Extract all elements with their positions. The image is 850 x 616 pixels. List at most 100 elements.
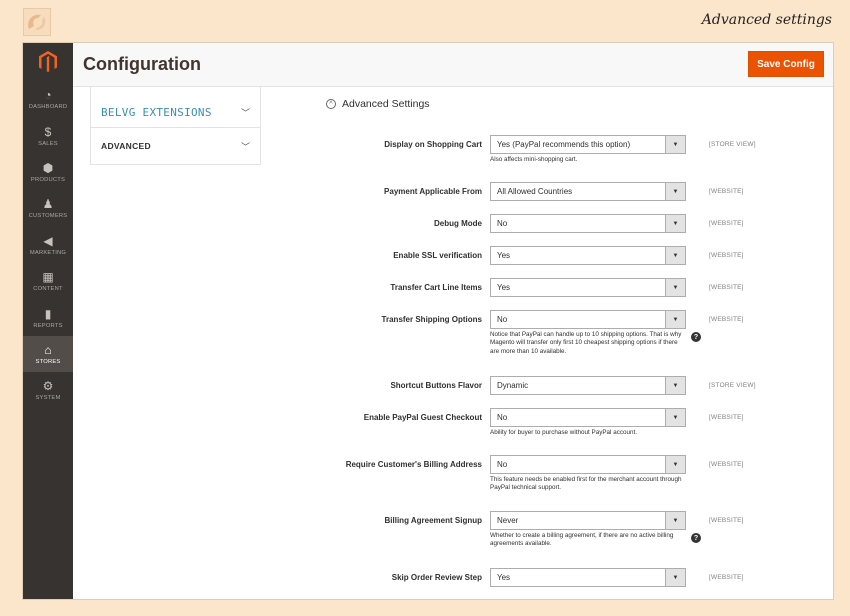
page-title: Configuration: [83, 54, 201, 74]
section-title: Advanced Settings: [342, 98, 430, 110]
scope-label: [WEBSITE]: [709, 574, 744, 581]
sidebar-item-label: SALES: [38, 140, 58, 147]
dropdown-arrow-icon[interactable]: ▼: [665, 247, 685, 264]
brand-logo: [23, 8, 51, 36]
dropdown-arrow-icon[interactable]: ▼: [665, 183, 685, 200]
select-value: Yes: [497, 283, 511, 292]
scope-label: [WEBSITE]: [709, 220, 744, 227]
setting-label: Enable SSL verification: [393, 251, 482, 260]
store-icon: ⌂: [44, 342, 52, 357]
tab-belvg-extensions[interactable]: BELVG EXTENSIONS ﹀: [91, 87, 260, 127]
select-value: Yes: [497, 573, 511, 582]
sidebar-item-label: REPORTS: [33, 322, 63, 329]
scope-label: [WEBSITE]: [709, 414, 744, 421]
dropdown-arrow-icon[interactable]: ▼: [665, 456, 685, 473]
sidebar-item-label: CUSTOMERS: [28, 213, 68, 220]
scope-label: [WEBSITE]: [709, 188, 744, 195]
admin-sidebar: ◔ DASHBOARD $ SALES ⬢ PRODUCTS ♟ CUSTOMERS ◀ MARK…: [23, 43, 73, 599]
require-customer-s-billing-address-select[interactable]: No ▼: [490, 455, 686, 474]
display-on-shopping-cart-select[interactable]: Yes (PayPal recommends this option) ▼: [490, 135, 686, 154]
billing-agreement-signup-select[interactable]: Never ▼: [490, 511, 686, 530]
select-value: No: [497, 460, 508, 469]
setting-label: Shortcut Buttons Flavor: [390, 381, 482, 390]
debug-mode-select[interactable]: No ▼: [490, 214, 686, 233]
sidebar-item-label: MARKETING: [29, 249, 67, 256]
select-value: All Allowed Countries: [497, 187, 573, 196]
help-icon[interactable]: ?: [691, 533, 701, 543]
sidebar-item-dashboard[interactable]: ◔ DASHBOARD: [23, 81, 73, 117]
megaphone-icon: ◀: [43, 233, 53, 248]
select-value: Yes: [497, 251, 511, 260]
sidebar-item-system[interactable]: ⚙ SYSTEM: [23, 372, 73, 408]
scope-label: [WEBSITE]: [709, 252, 744, 259]
setting-note: Notice that PayPal can handle up to 10 s…: [490, 331, 682, 355]
dashboard-icon: ◔: [44, 88, 52, 103]
select-value: Never: [497, 516, 519, 525]
page-header: Configuration Save Config: [73, 43, 833, 87]
setting-label: Debug Mode: [434, 219, 482, 228]
scope-label: [WEBSITE]: [709, 316, 744, 323]
dollar-icon: $: [44, 124, 52, 139]
sidebar-item-customers[interactable]: ♟ CUSTOMERS: [23, 190, 73, 226]
scope-label: [STORE VIEW]: [709, 141, 756, 148]
setting-note: Whether to create a billing agreement, i…: [490, 532, 674, 548]
dropdown-arrow-icon[interactable]: ▼: [665, 215, 685, 232]
setting-label: Billing Agreement Signup: [384, 516, 482, 525]
layout-icon: ▦: [42, 270, 54, 285]
dropdown-arrow-icon[interactable]: ▼: [665, 377, 685, 394]
dropdown-arrow-icon[interactable]: ▼: [665, 279, 685, 296]
setting-label: Skip Order Review Step: [391, 573, 482, 582]
select-value: No: [497, 413, 508, 422]
transfer-cart-line-items-select[interactable]: Yes ▼: [490, 278, 686, 297]
scope-label: [WEBSITE]: [709, 461, 744, 468]
help-icon[interactable]: ?: [691, 332, 701, 342]
dropdown-arrow-icon[interactable]: ▼: [665, 409, 685, 426]
transfer-shipping-options-select[interactable]: No ▼: [490, 310, 686, 329]
setting-label: Transfer Shipping Options: [381, 315, 482, 324]
sidebar-item-products[interactable]: ⬢ PRODUCTS: [23, 154, 73, 190]
shortcut-buttons-flavor-select[interactable]: Dynamic ▼: [490, 376, 686, 395]
sidebar-item-label: PRODUCTS: [30, 176, 66, 183]
dropdown-arrow-icon[interactable]: ▼: [665, 569, 685, 586]
collapse-icon: ^: [326, 99, 336, 109]
section-toggle-advanced-settings[interactable]: ^ Advanced Settings: [326, 98, 430, 110]
sidebar-item-label: CONTENT: [33, 286, 63, 293]
chevron-down-icon: ﹀: [240, 107, 250, 118]
dropdown-arrow-icon[interactable]: ▼: [665, 512, 685, 529]
setting-note: This feature needs be enabled first for …: [490, 476, 682, 492]
sidebar-item-sales[interactable]: $ SALES: [23, 117, 73, 153]
sidebar-item-reports[interactable]: ▮ REPORTS: [23, 299, 73, 335]
sidebar-item-marketing[interactable]: ◀ MARKETING: [23, 227, 73, 263]
magento-logo[interactable]: [23, 43, 73, 81]
select-value: Dynamic: [497, 381, 529, 390]
sidebar-item-stores[interactable]: ⌂ STORES: [23, 335, 73, 373]
enable-ssl-verification-select[interactable]: Yes ▼: [490, 246, 686, 265]
tab-label: BELVG EXTENSIONS: [101, 105, 212, 119]
box-icon: ⬢: [42, 160, 54, 175]
scope-label: [WEBSITE]: [709, 517, 744, 524]
payment-applicable-from-select[interactable]: All Allowed Countries ▼: [490, 182, 686, 201]
page-caption: Advanced settings: [701, 12, 832, 28]
setting-label: Display on Shopping Cart: [384, 140, 482, 149]
tab-label: ADVANCED: [101, 141, 151, 151]
scope-label: [WEBSITE]: [709, 284, 744, 291]
enable-paypal-guest-checkout-select[interactable]: No ▼: [490, 408, 686, 427]
scope-label: [STORE VIEW]: [709, 382, 756, 389]
setting-label: Require Customer's Billing Address: [345, 460, 482, 469]
dropdown-arrow-icon[interactable]: ▼: [665, 311, 685, 328]
sidebar-item-label: SYSTEM: [35, 395, 61, 402]
setting-label: Payment Applicable From: [384, 187, 482, 196]
admin-window: ◔ DASHBOARD $ SALES ⬢ PRODUCTS ♟ CUSTOMERS ◀ MARK…: [23, 43, 833, 599]
setting-note: Also affects mini-shopping cart.: [490, 156, 578, 163]
save-config-button[interactable]: Save Config: [748, 51, 824, 77]
skip-order-review-step-select[interactable]: Yes ▼: [490, 568, 686, 587]
select-value: Yes (PayPal recommends this option): [497, 140, 631, 149]
tab-advanced[interactable]: ADVANCED ﹀: [91, 127, 260, 164]
sidebar-item-label: STORES: [35, 358, 61, 365]
gear-icon: ⚙: [42, 379, 54, 394]
select-value: No: [497, 315, 508, 324]
sidebar-item-content[interactable]: ▦ CONTENT: [23, 263, 73, 299]
dropdown-arrow-icon[interactable]: ▼: [665, 136, 685, 153]
setting-label: Transfer Cart Line Items: [390, 283, 482, 292]
config-tabs: BELVG EXTENSIONS ﹀ ADVANCED ﹀: [90, 87, 261, 165]
